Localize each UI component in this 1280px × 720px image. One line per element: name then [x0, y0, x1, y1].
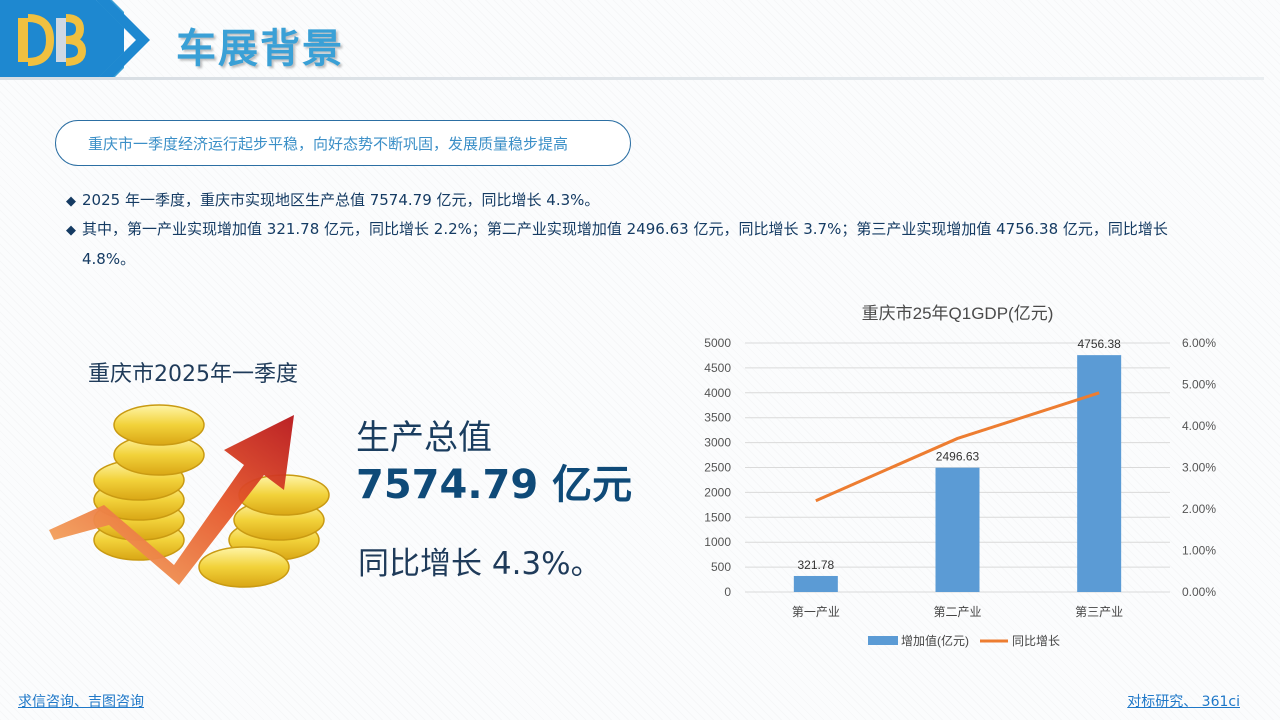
kpi-growth: 同比增长 4.3%。 [358, 546, 602, 582]
y-left-tick-label: 1500 [704, 510, 731, 524]
y-left-tick-label: 3000 [704, 436, 731, 450]
y-left-tick-label: 500 [711, 560, 731, 574]
bullet-item: ◆ 其中，第一产业实现增加值 321.78 亿元，同比增长 2.2%；第二产业实现… [66, 215, 1216, 274]
page-title: 车展背景 [176, 26, 344, 72]
header-divider [0, 77, 1264, 80]
chart-title: 重庆市25年Q1GDP(亿元) [862, 304, 1054, 323]
footer-left-link[interactable]: 求信咨询、吉图咨询 [18, 691, 144, 711]
bullet-text: 2025 年一季度，重庆市实现地区生产总值 7574.79 亿元，同比增长 4.… [82, 191, 600, 209]
y-right-tick-label: 1.00% [1182, 544, 1216, 558]
diamond-bullet-icon: ◆ [66, 223, 76, 238]
diamond-bullet-icon: ◆ [66, 194, 76, 209]
y-left-tick-label: 4000 [704, 386, 731, 400]
y-right-tick-label: 4.00% [1182, 419, 1216, 433]
legend-swatch-bar [868, 636, 898, 645]
y-left-tick-label: 3500 [704, 411, 731, 425]
y-left-tick-label: 4500 [704, 361, 731, 375]
bullet-item: ◆ 2025 年一季度，重庆市实现地区生产总值 7574.79 亿元，同比增长 4… [66, 186, 599, 216]
y-right-tick-label: 3.00% [1182, 461, 1216, 475]
y-left-tick-label: 1000 [704, 535, 731, 549]
legend-label: 同比增长 [1012, 634, 1060, 648]
bullet-text: 其中，第一产业实现增加值 321.78 亿元，同比增长 2.2%；第二产业实现增… [82, 220, 1168, 238]
summary-pill: 重庆市一季度经济运行起步平稳，向好态势不断巩固，发展质量稳步提高 [55, 120, 631, 166]
y-left-tick-label: 2000 [704, 485, 731, 499]
y-right-tick-label: 0.00% [1182, 585, 1216, 599]
header-chevron-icon [96, 0, 150, 80]
y-left-tick-label: 5000 [704, 336, 731, 350]
legend-label: 增加值(亿元) [901, 633, 969, 648]
x-tick-label: 第二产业 [933, 605, 981, 619]
bar [793, 575, 838, 592]
gold-coins-rising-arrow-icon [49, 404, 330, 588]
y-left-tick-label: 2500 [704, 461, 731, 475]
bar [1077, 355, 1122, 592]
y-left-tick-label: 0 [724, 585, 731, 599]
footer-right-link[interactable]: 对标研究、 361ci [1127, 691, 1240, 711]
y-right-tick-label: 6.00% [1182, 336, 1216, 350]
y-right-tick-label: 5.00% [1182, 378, 1216, 392]
y-right-tick-label: 2.00% [1182, 502, 1216, 516]
bar-data-label: 2496.63 [936, 450, 980, 464]
gdp-chart: 重庆市25年Q1GDP(亿元) 0 500 1000 1500 2000 2500 3000 3… [704, 304, 1216, 648]
bar-data-label: 4756.38 [1077, 337, 1121, 351]
bar [935, 467, 980, 592]
bullet-continuation: 4.8%。 [82, 250, 136, 268]
bar-data-label: 321.78 [797, 558, 834, 572]
x-tick-label: 第一产业 [792, 605, 840, 619]
kpi-value: 7574.79 亿元 [356, 462, 633, 508]
summary-text: 重庆市一季度经济运行起步平稳，向好态势不断巩固，发展质量稳步提高 [88, 134, 569, 153]
x-tick-label: 第三产业 [1075, 605, 1123, 619]
kpi-heading: 重庆市2025年一季度 [88, 362, 298, 387]
